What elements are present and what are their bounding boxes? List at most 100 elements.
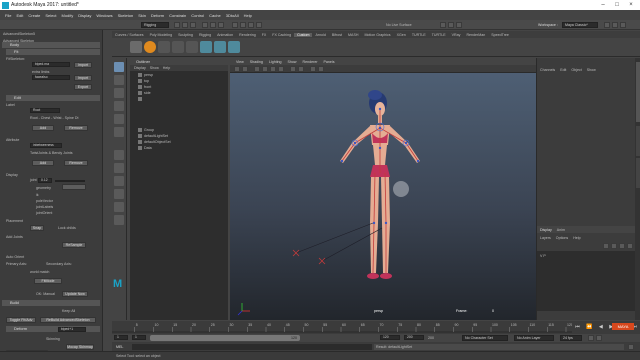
outliner-row[interactable]: side	[138, 91, 151, 96]
outliner-row[interactable]	[138, 97, 144, 102]
live-surface-label[interactable]: No Live Surface	[386, 23, 412, 27]
deform-field[interactable]: biped+1	[58, 327, 86, 332]
shelf-tab[interactable]: Poly Modeling	[147, 33, 176, 37]
shelf-tab[interactable]: Bifrost	[329, 33, 345, 37]
bookmark-icon[interactable]	[242, 66, 248, 72]
preferences-icon[interactable]	[596, 335, 602, 341]
command-input[interactable]	[132, 344, 372, 350]
range-end-field[interactable]: 120	[380, 335, 400, 340]
ipr-render-icon[interactable]	[448, 22, 454, 28]
tab-attribute-editor[interactable]	[636, 158, 640, 188]
menu-modify[interactable]: Modify	[62, 13, 74, 18]
joint-orient-checkbox[interactable]: jointOrient	[36, 211, 52, 215]
shelf-tab[interactable]: TURTLE	[409, 33, 429, 37]
layer-row-vp[interactable]: V P	[540, 254, 546, 258]
outliner-row[interactable]: persp	[138, 73, 153, 78]
vp-menu-view[interactable]: View	[236, 60, 244, 64]
maximize-icon[interactable]: □	[610, 0, 624, 10]
geometry-button[interactable]	[62, 184, 86, 190]
menu-layers-help[interactable]: Help	[573, 236, 580, 240]
mocap-button[interactable]: Mocap Skinmap	[66, 344, 94, 350]
outliner-row[interactable]: top	[138, 79, 149, 84]
shelf-settings-icon[interactable]	[130, 41, 142, 53]
joint-size-field[interactable]: 0.12	[38, 178, 52, 183]
end-time-field[interactable]: 200	[404, 335, 424, 340]
layer-up-icon[interactable]	[603, 243, 609, 249]
outliner-row[interactable]: front	[138, 85, 151, 90]
menuset-dropdown[interactable]: Rigging	[141, 22, 169, 28]
fps-dropdown[interactable]: 24 fps	[560, 335, 582, 341]
section-body[interactable]: Body	[2, 42, 100, 48]
world-match-checkbox[interactable]: world match	[30, 270, 49, 274]
tab-modeling-toolkit[interactable]	[636, 126, 640, 156]
shelf-tab[interactable]: FX Caching	[269, 33, 294, 37]
menu-select[interactable]: Select	[45, 13, 56, 18]
keep-all-checkbox[interactable]: Keep All	[62, 309, 75, 313]
auto-key-icon[interactable]	[588, 335, 594, 341]
ik-checkbox[interactable]: ik	[36, 193, 39, 197]
shelf-character-icon[interactable]	[200, 41, 212, 53]
outliner-row[interactable]: Group	[138, 128, 154, 133]
range-start-field[interactable]: 1	[132, 335, 146, 340]
snap-point-icon[interactable]	[248, 22, 254, 28]
layout-icon[interactable]	[114, 202, 124, 212]
outliner-layout-icon[interactable]	[114, 176, 124, 186]
shelf-tab[interactable]: Animation	[214, 33, 236, 37]
remove-attribute-button[interactable]: Remove	[64, 160, 88, 166]
xray-icon[interactable]	[310, 66, 316, 72]
four-view-icon[interactable]	[114, 163, 124, 173]
menu-options[interactable]: Options	[556, 236, 568, 240]
vp-menu-panels[interactable]: Panels	[324, 60, 335, 64]
shelf-character-icon[interactable]	[228, 41, 240, 53]
menu-object[interactable]: Object	[571, 68, 581, 72]
render-icon[interactable]	[440, 22, 446, 28]
minimize-icon[interactable]: –	[596, 0, 610, 10]
resample-button[interactable]: ReSample	[62, 242, 86, 248]
paint-select-icon[interactable]	[114, 88, 124, 98]
joint-labels-checkbox[interactable]: jointLabels	[36, 205, 53, 209]
menu-windows[interactable]: Windows	[96, 13, 112, 18]
section-build[interactable]: Build	[2, 300, 100, 306]
lasso-tool-icon[interactable]	[114, 75, 124, 85]
update-now-button[interactable]: Update Now	[62, 291, 88, 297]
camera-attr-icon[interactable]	[234, 66, 240, 72]
snap-button[interactable]: Snap	[30, 225, 44, 231]
toggle-panel-icon[interactable]	[604, 22, 610, 28]
menu-3dtoall[interactable]: 3DtoAll	[226, 13, 239, 18]
shelf-character-icon[interactable]	[214, 41, 226, 53]
layer-down-icon[interactable]	[611, 243, 617, 249]
extra-limbs-field[interactable]: facealso	[32, 75, 70, 80]
menu-file[interactable]: File	[5, 13, 11, 18]
save-scene-icon[interactable]	[190, 22, 196, 28]
outliner-row[interactable]: defaultObjectSet	[138, 140, 171, 145]
lights-icon[interactable]	[290, 66, 296, 72]
rebuild-button[interactable]: ReBuild AdvancedSkeleton	[40, 317, 96, 323]
shelf-tab[interactable]: Arnold	[312, 33, 328, 37]
mel-label[interactable]: MEL	[116, 345, 123, 349]
remove-label-button[interactable]: Remove	[64, 125, 88, 131]
scale-tool-icon[interactable]	[114, 127, 124, 137]
menu-cache[interactable]: Cache	[209, 13, 221, 18]
shelf-tab[interactable]: Sculpting	[175, 33, 196, 37]
new-layer-icon[interactable]	[619, 243, 625, 249]
lock-childs-checkbox[interactable]: Lock childs	[58, 226, 76, 230]
vp-menu-shading[interactable]: Shading	[250, 60, 263, 64]
outliner-row[interactable]: defaultLightSet	[138, 134, 168, 139]
tab-anim[interactable]: Anim	[557, 228, 565, 232]
script-editor-icon[interactable]	[628, 344, 634, 350]
character-set-dropdown[interactable]: No Character Set	[462, 335, 508, 341]
select-object-icon[interactable]	[210, 22, 216, 28]
shelf-smiley-icon[interactable]	[144, 41, 156, 53]
add-label-button[interactable]: Add	[32, 125, 54, 131]
shelf-joint-icon[interactable]	[186, 41, 198, 53]
anim-layer-dropdown[interactable]: No Anim Layer	[514, 335, 554, 341]
fit-mode-button[interactable]: FitMode	[34, 278, 62, 284]
new-scene-icon[interactable]	[174, 22, 180, 28]
export-button[interactable]: Export	[74, 84, 92, 90]
section-edit[interactable]: Edit	[6, 95, 100, 101]
render-settings-icon[interactable]	[456, 22, 462, 28]
menu-channels[interactable]: Channels	[540, 68, 555, 72]
vp-menu-show[interactable]: Show	[288, 60, 297, 64]
textured-icon[interactable]	[278, 66, 284, 72]
time-slider[interactable]: 5 10 15 20 25 30 35 40 45 50 55 60 65 70 75 80 85 90 95 100…	[112, 321, 640, 343]
